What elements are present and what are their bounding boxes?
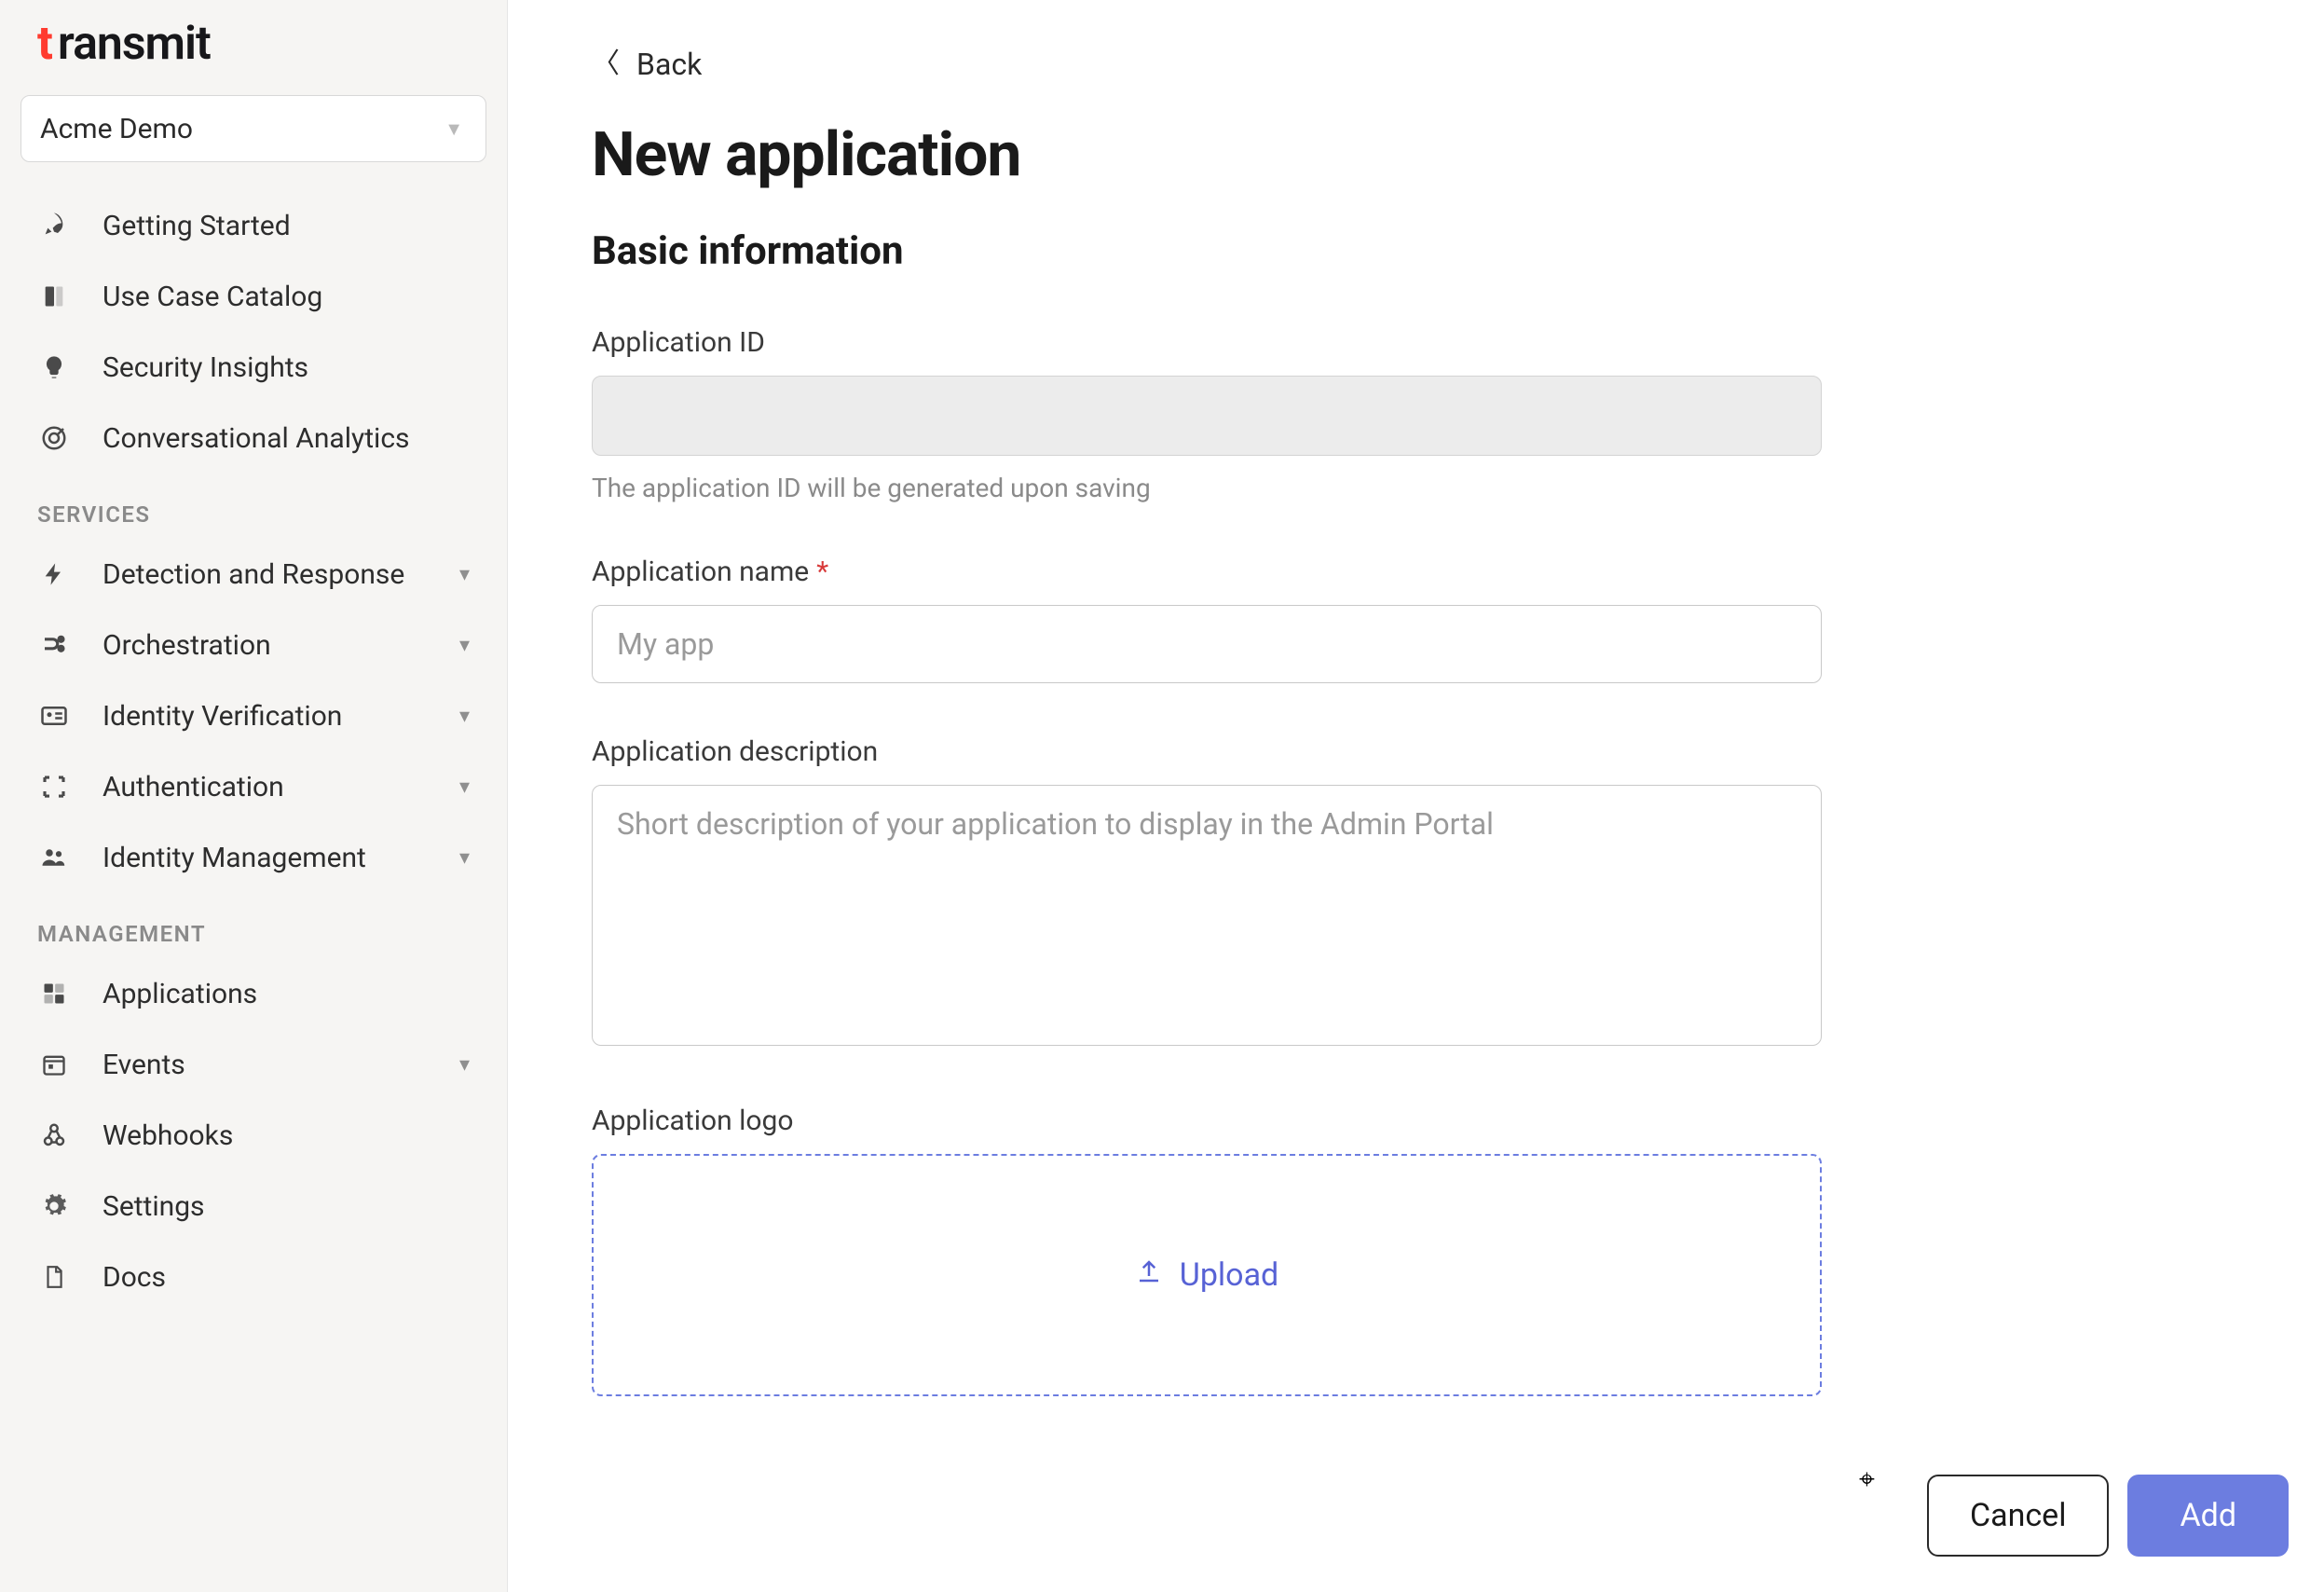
sidebar-item-events[interactable]: Events ▾ [0,1029,507,1100]
sidebar-item-label: Identity Management [103,842,366,874]
sidebar-item-identity-verification[interactable]: Identity Verification ▾ [0,680,507,751]
sidebar-item-authentication[interactable]: Authentication ▾ [0,751,507,822]
application-description-input[interactable] [592,785,1822,1046]
application-id-label: Application ID [592,326,1822,359]
target-icon [37,421,71,455]
bolt-icon [37,557,71,591]
chevron-down-icon: ▾ [459,634,470,657]
main-content: 〈 Back New application Basic information… [508,0,2324,1592]
cursor-icon: ⌖ [1859,1463,1875,1496]
chevron-down-icon: ▾ [459,563,470,586]
application-id-input [592,376,1822,456]
sidebar-item-docs[interactable]: Docs [0,1242,507,1312]
lightbulb-icon [37,350,71,384]
sidebar-item-identity-management[interactable]: Identity Management ▾ [0,822,507,893]
application-logo-label: Application logo [592,1105,1822,1137]
catalog-icon [37,280,71,313]
brand-accent: t [37,17,52,71]
id-card-icon [37,699,71,733]
sidebar-item-label: Events [103,1049,185,1081]
flow-icon [37,628,71,662]
sidebar-item-applications[interactable]: Applications [0,958,507,1029]
sidebar-item-security-insights[interactable]: Security Insights [0,332,507,403]
sidebar-item-label: Getting Started [103,210,291,242]
sidebar-item-label: Webhooks [103,1119,233,1152]
sidebar-item-label: Conversational Analytics [103,422,410,455]
users-icon [37,841,71,874]
tenant-selected-label: Acme Demo [40,113,193,145]
application-logo-upload[interactable]: Upload [592,1154,1822,1396]
back-button[interactable]: 〈 Back [592,47,702,82]
footer-actions: Cancel Add [1927,1475,2289,1557]
brand-name: ransmit [58,17,211,71]
sidebar-item-label: Applications [103,978,257,1010]
sidebar-item-label: Identity Verification [103,700,342,733]
apps-icon [37,977,71,1010]
application-name-label: Application name [592,556,809,588]
rocket-icon [37,209,71,242]
field-application-id: Application ID The application ID will b… [592,326,1822,503]
sidebar: transmit Acme Demo ▼ Getting Started Use… [0,0,508,1592]
required-indicator: * [816,556,828,588]
sidebar-item-conversational-analytics[interactable]: Conversational Analytics [0,403,507,473]
cancel-button[interactable]: Cancel [1927,1475,2110,1557]
chevron-down-icon: ▾ [459,775,470,799]
chevron-down-icon: ▼ [444,117,463,141]
calendar-icon [37,1048,71,1081]
sidebar-item-label: Settings [103,1190,205,1223]
sidebar-item-webhooks[interactable]: Webhooks [0,1100,507,1171]
application-description-label: Application description [592,735,1822,768]
sidebar-item-orchestration[interactable]: Orchestration ▾ [0,610,507,680]
sidebar-item-getting-started[interactable]: Getting Started [0,190,507,261]
chevron-left-icon: 〈 [592,50,620,78]
sidebar-item-label: Docs [103,1261,166,1294]
field-application-name: Application name * [592,556,1822,683]
chevron-down-icon: ▾ [459,1053,470,1077]
brand-logo: transmit [0,7,507,95]
field-application-logo: Application logo Upload [592,1105,1822,1396]
sidebar-item-label: Authentication [103,771,284,803]
sidebar-item-label: Detection and Response [103,558,404,591]
document-icon [37,1260,71,1294]
sidebar-item-use-case-catalog[interactable]: Use Case Catalog [0,261,507,332]
sidebar-item-label: Orchestration [103,629,271,662]
webhook-icon [37,1119,71,1152]
tenant-selector[interactable]: Acme Demo ▼ [21,95,486,162]
field-application-description: Application description [592,735,1822,1052]
gear-icon [37,1189,71,1223]
sidebar-item-settings[interactable]: Settings [0,1171,507,1242]
add-button[interactable]: Add [2127,1475,2289,1557]
upload-label: Upload [1180,1256,1278,1294]
sidebar-section-services: SERVICES [0,473,507,539]
application-id-helper: The application ID will be generated upo… [592,473,1822,503]
chevron-down-icon: ▾ [459,705,470,728]
sidebar-item-detection-response[interactable]: Detection and Response ▾ [0,539,507,610]
section-title: Basic information [592,228,2240,274]
back-label: Back [636,47,702,82]
sidebar-section-management: MANAGEMENT [0,893,507,958]
application-name-input[interactable] [592,605,1822,683]
auth-frame-icon [37,770,71,803]
page-title: New application [592,119,2240,191]
upload-icon [1135,1256,1163,1294]
sidebar-item-label: Use Case Catalog [103,281,322,313]
sidebar-item-label: Security Insights [103,351,308,384]
chevron-down-icon: ▾ [459,846,470,870]
